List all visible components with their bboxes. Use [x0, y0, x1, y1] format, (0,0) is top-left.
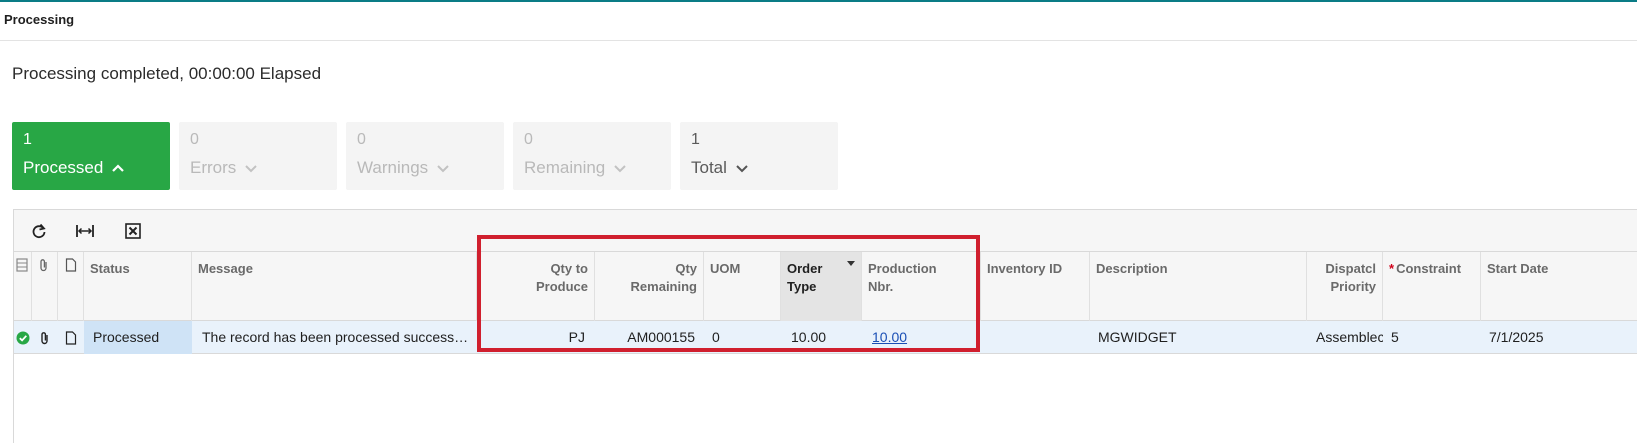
header-constraint[interactable]: * Constraint: [1383, 252, 1481, 321]
note-icon: [65, 330, 77, 345]
header-attachment[interactable]: [32, 252, 58, 321]
cell-inventory-id[interactable]: [981, 321, 1090, 354]
header-order-type[interactable]: Order Type: [781, 252, 862, 321]
export-excel-button[interactable]: [122, 220, 144, 242]
header-production-nbr-line2: Nbr.: [868, 279, 894, 294]
cell-order-type[interactable]: 10.00: [781, 321, 862, 354]
tile-errors-label: Errors: [190, 158, 237, 177]
tile-remaining-label: Remaining: [524, 158, 606, 177]
cell-qty-to-produce[interactable]: PJ: [477, 321, 595, 354]
processing-status-text: Processing completed, 00:00:00 Elapsed: [12, 64, 322, 83]
header-qty-to-produce[interactable]: Qty to Produce: [477, 252, 595, 321]
tile-warnings-label: Warnings: [357, 158, 429, 177]
header-uom[interactable]: UOM: [704, 252, 781, 321]
header-dispatch-priority-line2: Priority: [1330, 279, 1376, 294]
tile-remaining[interactable]: 0 Remaining: [513, 122, 671, 190]
chevron-down-icon: [245, 165, 257, 173]
paperclip-icon: [40, 259, 47, 272]
production-nbr-link[interactable]: 10.00: [872, 329, 907, 345]
required-marker: *: [1389, 261, 1395, 276]
excel-export-icon: [125, 223, 141, 239]
header-description[interactable]: Description: [1090, 252, 1307, 321]
chevron-up-icon: [112, 164, 125, 172]
header-production-nbr-line1: Production: [868, 261, 937, 276]
header-order-type-line2: Type: [787, 279, 817, 294]
header-dispatch-priority-line1: Dispatcl: [1325, 261, 1376, 276]
header-qty-to-produce-line1: Qty to: [550, 261, 588, 276]
tile-total-label: Total: [691, 158, 727, 177]
chevron-down-icon: [736, 165, 748, 173]
header-qty-remaining[interactable]: Qty Remaining: [595, 252, 704, 321]
header-constraint-label: Constraint: [1396, 261, 1462, 276]
tile-total[interactable]: 1 Total: [680, 122, 838, 190]
row-note-button[interactable]: [58, 321, 84, 354]
chevron-down-icon: [437, 165, 449, 173]
cell-description[interactable]: MGWIDGET: [1090, 321, 1307, 354]
refresh-button[interactable]: [28, 220, 50, 242]
header-message[interactable]: Message: [192, 252, 477, 321]
tile-warnings-count: 0: [357, 131, 366, 148]
header-qty-remaining-line1: Qty: [675, 261, 697, 276]
cell-start-date[interactable]: 7/1/2025: [1481, 321, 1631, 354]
cell-dispatch-priority[interactable]: Assemblec: [1307, 321, 1383, 354]
refresh-icon: [32, 223, 46, 239]
title-bar: Processing: [0, 2, 1637, 41]
tile-errors[interactable]: 0 Errors: [179, 122, 337, 190]
cell-qty-remaining[interactable]: AM000155: [595, 321, 704, 354]
header-dispatch-priority[interactable]: Dispatcl Priority: [1307, 252, 1383, 321]
tile-processed-count: 1: [23, 131, 32, 148]
tile-total-count: 1: [691, 131, 700, 148]
paperclip-icon: [41, 331, 48, 344]
cell-constraint[interactable]: 5: [1383, 321, 1481, 354]
cell-uom[interactable]: 0: [704, 321, 781, 354]
header-note[interactable]: [58, 252, 84, 321]
window-title: Processing: [4, 12, 75, 27]
tile-remaining-count: 0: [524, 131, 533, 148]
note-icon: [65, 258, 77, 272]
tile-errors-count: 0: [190, 131, 199, 148]
grid-header: Status Message Qty to Produce Qty Remain…: [14, 252, 1637, 321]
check-circle-icon: [16, 331, 30, 344]
fit-columns-icon: [76, 225, 94, 237]
grid-toolbar: [14, 210, 1637, 252]
chevron-down-icon: [614, 165, 626, 173]
row-status-indicator: [14, 321, 32, 354]
row-attachment-button[interactable]: [32, 321, 58, 354]
sort-descending-icon: [847, 261, 855, 266]
header-order-type-line1: Order: [787, 261, 823, 276]
tile-processed[interactable]: 1 Processed: [12, 122, 170, 190]
header-start-date[interactable]: Start Date: [1481, 252, 1637, 321]
cell-production-nbr[interactable]: 10.00: [862, 321, 981, 354]
results-grid: Status Message Qty to Produce Qty Remain…: [13, 209, 1637, 443]
header-production-nbr[interactable]: Production Nbr.: [862, 252, 981, 321]
header-inventory-id[interactable]: Inventory ID: [981, 252, 1090, 321]
tile-processed-label: Processed: [23, 158, 104, 177]
fit-columns-button[interactable]: [74, 220, 96, 242]
tile-warnings[interactable]: 0 Warnings: [346, 122, 504, 190]
header-row-selector[interactable]: [14, 252, 32, 321]
header-qty-remaining-line2: Remaining: [630, 279, 697, 294]
cell-message[interactable]: The record has been processed successf…: [192, 321, 477, 354]
cell-status[interactable]: Processed: [84, 321, 192, 354]
row-selector-icon: [16, 258, 28, 272]
header-qty-to-produce-line2: Produce: [535, 279, 588, 294]
header-status[interactable]: Status: [84, 252, 192, 321]
table-row[interactable]: Processed The record has been processed …: [14, 321, 1637, 354]
